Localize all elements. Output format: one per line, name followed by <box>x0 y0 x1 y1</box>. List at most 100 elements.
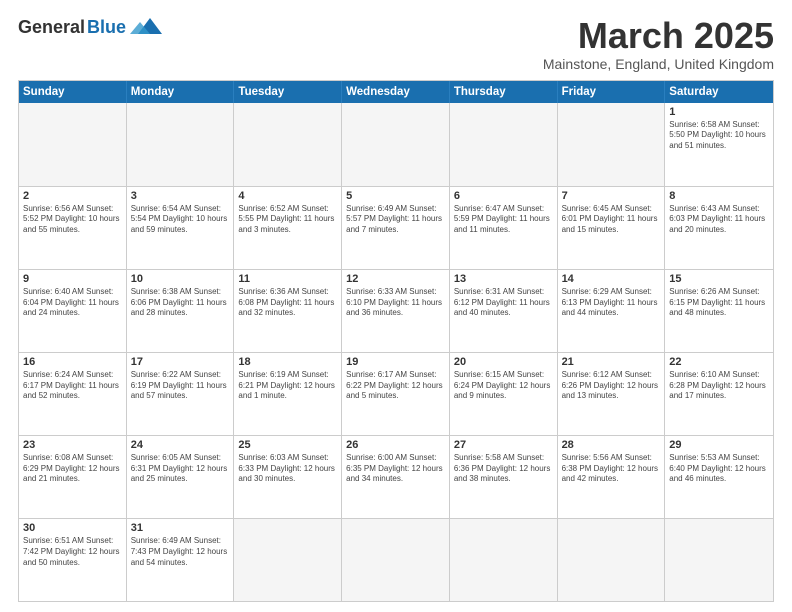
calendar-row: 16Sunrise: 6:24 AM Sunset: 6:17 PM Dayli… <box>19 352 773 435</box>
location: Mainstone, England, United Kingdom <box>543 56 774 72</box>
cell-info: Sunrise: 6:51 AM Sunset: 7:42 PM Dayligh… <box>23 536 122 568</box>
calendar-cell <box>342 103 450 186</box>
day-number: 16 <box>23 356 122 368</box>
calendar-cell: 16Sunrise: 6:24 AM Sunset: 6:17 PM Dayli… <box>19 353 127 435</box>
logo-blue: Blue <box>87 17 126 38</box>
calendar-cell: 7 Sunrise: 6:45 AM Sunset: 6:01 PM Daylig… <box>558 187 666 269</box>
day-number: 17 <box>131 356 230 368</box>
day-number: 8 <box>669 190 769 202</box>
calendar-cell: 21 Sunrise: 6:12 AM Sunset: 6:26 PM Dayli… <box>558 353 666 435</box>
cell-info: Sunrise: 6:31 AM Sunset: 6:12 PM Dayligh… <box>454 287 553 319</box>
calendar-cell: 13 Sunrise: 6:31 AM Sunset: 6:12 PM Dayli… <box>450 270 558 352</box>
day-number: 25 <box>238 439 337 451</box>
cell-info: Sunrise: 6:03 AM Sunset: 6:33 PM Dayligh… <box>238 453 337 485</box>
cell-info: Sunrise: 6:45 AM Sunset: 6:01 PM Dayligh… <box>562 204 661 236</box>
calendar-cell: 24Sunrise: 6:05 AM Sunset: 6:31 PM Dayli… <box>127 436 235 518</box>
calendar-cell <box>127 103 235 186</box>
calendar-cell: 28Sunrise: 5:56 AM Sunset: 6:38 PM Dayli… <box>558 436 666 518</box>
day-number: 21 <box>562 356 661 368</box>
day-number: 18 <box>238 356 337 368</box>
calendar-cell <box>234 519 342 601</box>
day-number: 27 <box>454 439 553 451</box>
day-number: 14 <box>562 273 661 285</box>
cell-info: Sunrise: 6:47 AM Sunset: 5:59 PM Dayligh… <box>454 204 553 236</box>
day-number: 31 <box>131 522 230 534</box>
day-number: 13 <box>454 273 553 285</box>
header-day: Friday <box>558 81 666 103</box>
cell-info: Sunrise: 6:22 AM Sunset: 6:19 PM Dayligh… <box>131 370 230 402</box>
header-day: Saturday <box>665 81 773 103</box>
calendar-cell: 22 Sunrise: 6:10 AM Sunset: 6:28 PM Dayli… <box>665 353 773 435</box>
header-day: Thursday <box>450 81 558 103</box>
day-number: 12 <box>346 273 445 285</box>
calendar-cell <box>558 103 666 186</box>
calendar-cell: 27Sunrise: 5:58 AM Sunset: 6:36 PM Dayli… <box>450 436 558 518</box>
logo-icon <box>130 16 162 38</box>
calendar-cell <box>450 519 558 601</box>
calendar-cell: 15 Sunrise: 6:26 AM Sunset: 6:15 PM Dayli… <box>665 270 773 352</box>
calendar-cell: 23Sunrise: 6:08 AM Sunset: 6:29 PM Dayli… <box>19 436 127 518</box>
calendar-cell: 30 Sunrise: 6:51 AM Sunset: 7:42 PM Dayli… <box>19 519 127 601</box>
cell-info: Sunrise: 6:52 AM Sunset: 5:55 PM Dayligh… <box>238 204 337 236</box>
cell-info: Sunrise: 6:19 AM Sunset: 6:21 PM Dayligh… <box>238 370 337 402</box>
cell-info: Sunrise: 6:15 AM Sunset: 6:24 PM Dayligh… <box>454 370 553 402</box>
cell-info: Sunrise: 5:56 AM Sunset: 6:38 PM Dayligh… <box>562 453 661 485</box>
day-number: 11 <box>238 273 337 285</box>
calendar-cell <box>19 103 127 186</box>
day-number: 30 <box>23 522 122 534</box>
day-number: 29 <box>669 439 769 451</box>
day-number: 5 <box>346 190 445 202</box>
day-number: 10 <box>131 273 230 285</box>
cell-info: Sunrise: 6:58 AM Sunset: 5:50 PM Dayligh… <box>669 120 769 152</box>
header-day: Tuesday <box>234 81 342 103</box>
day-number: 24 <box>131 439 230 451</box>
calendar-cell: 1 Sunrise: 6:58 AM Sunset: 5:50 PM Daylig… <box>665 103 773 186</box>
page: General Blue March 2025 Mainstone, Engla… <box>0 0 792 612</box>
month-title: March 2025 <box>543 16 774 56</box>
calendar-cell: 9Sunrise: 6:40 AM Sunset: 6:04 PM Daylig… <box>19 270 127 352</box>
day-number: 3 <box>131 190 230 202</box>
calendar-row: 9Sunrise: 6:40 AM Sunset: 6:04 PM Daylig… <box>19 269 773 352</box>
cell-info: Sunrise: 6:12 AM Sunset: 6:26 PM Dayligh… <box>562 370 661 402</box>
day-number: 22 <box>669 356 769 368</box>
logo-general: General <box>18 17 85 38</box>
day-number: 7 <box>562 190 661 202</box>
calendar-cell: 20 Sunrise: 6:15 AM Sunset: 6:24 PM Dayli… <box>450 353 558 435</box>
calendar-cell: 11 Sunrise: 6:36 AM Sunset: 6:08 PM Dayli… <box>234 270 342 352</box>
calendar-row: 2Sunrise: 6:56 AM Sunset: 5:52 PM Daylig… <box>19 186 773 269</box>
cell-info: Sunrise: 5:53 AM Sunset: 6:40 PM Dayligh… <box>669 453 769 485</box>
calendar-cell: 4 Sunrise: 6:52 AM Sunset: 5:55 PM Daylig… <box>234 187 342 269</box>
calendar-cell: 29 Sunrise: 5:53 AM Sunset: 6:40 PM Dayli… <box>665 436 773 518</box>
calendar-cell: 31Sunrise: 6:49 AM Sunset: 7:43 PM Dayli… <box>127 519 235 601</box>
calendar-cell: 25 Sunrise: 6:03 AM Sunset: 6:33 PM Dayli… <box>234 436 342 518</box>
day-number: 20 <box>454 356 553 368</box>
calendar-cell: 3Sunrise: 6:54 AM Sunset: 5:54 PM Daylig… <box>127 187 235 269</box>
day-number: 1 <box>669 106 769 118</box>
header-day: Sunday <box>19 81 127 103</box>
title-block: March 2025 Mainstone, England, United Ki… <box>543 16 774 72</box>
calendar-cell <box>234 103 342 186</box>
cell-info: Sunrise: 6:33 AM Sunset: 6:10 PM Dayligh… <box>346 287 445 319</box>
calendar-cell: 18 Sunrise: 6:19 AM Sunset: 6:21 PM Dayli… <box>234 353 342 435</box>
day-number: 19 <box>346 356 445 368</box>
calendar-cell <box>450 103 558 186</box>
calendar-cell: 14Sunrise: 6:29 AM Sunset: 6:13 PM Dayli… <box>558 270 666 352</box>
calendar-cell: 5Sunrise: 6:49 AM Sunset: 5:57 PM Daylig… <box>342 187 450 269</box>
calendar-row: 23Sunrise: 6:08 AM Sunset: 6:29 PM Dayli… <box>19 435 773 518</box>
day-number: 4 <box>238 190 337 202</box>
cell-info: Sunrise: 6:43 AM Sunset: 6:03 PM Dayligh… <box>669 204 769 236</box>
calendar-row: 1 Sunrise: 6:58 AM Sunset: 5:50 PM Daylig… <box>19 103 773 186</box>
cell-info: Sunrise: 6:26 AM Sunset: 6:15 PM Dayligh… <box>669 287 769 319</box>
header-day: Monday <box>127 81 235 103</box>
cell-info: Sunrise: 6:17 AM Sunset: 6:22 PM Dayligh… <box>346 370 445 402</box>
calendar: SundayMondayTuesdayWednesdayThursdayFrid… <box>18 80 774 602</box>
calendar-cell: 6Sunrise: 6:47 AM Sunset: 5:59 PM Daylig… <box>450 187 558 269</box>
cell-info: Sunrise: 6:36 AM Sunset: 6:08 PM Dayligh… <box>238 287 337 319</box>
header: General Blue March 2025 Mainstone, Engla… <box>18 16 774 72</box>
calendar-cell <box>342 519 450 601</box>
cell-info: Sunrise: 6:10 AM Sunset: 6:28 PM Dayligh… <box>669 370 769 402</box>
logo: General Blue <box>18 16 162 38</box>
header-day: Wednesday <box>342 81 450 103</box>
calendar-cell: 12 Sunrise: 6:33 AM Sunset: 6:10 PM Dayli… <box>342 270 450 352</box>
day-number: 15 <box>669 273 769 285</box>
